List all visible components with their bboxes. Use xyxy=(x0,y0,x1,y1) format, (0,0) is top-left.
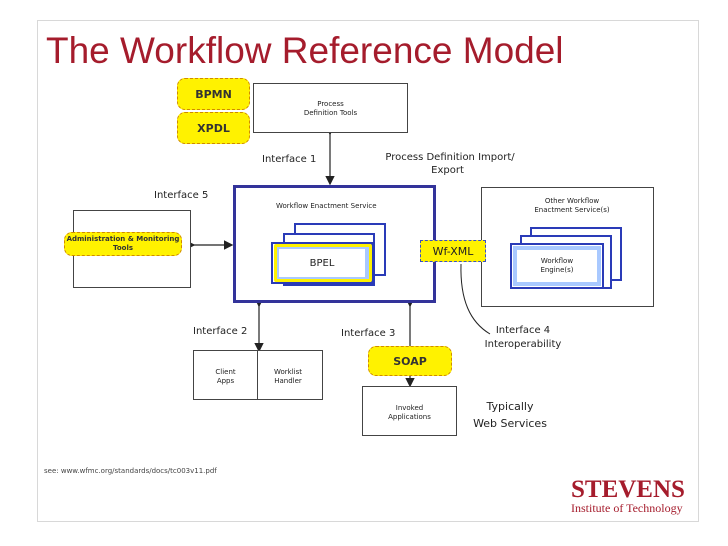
client-apps-label-1: Client xyxy=(215,368,236,376)
xpdl-highlight: XPDL xyxy=(177,112,250,144)
process-definition-tools-label-2: Definition Tools xyxy=(303,109,358,117)
invoked-applications-label-1: Invoked xyxy=(395,404,424,412)
interface2-label: Interface 2 xyxy=(193,326,248,337)
other-enactment-label-2: Enactment Service(s) xyxy=(534,206,610,214)
worklist-handler-label-2: Handler xyxy=(274,377,302,385)
stevens-logo-subtitle: Institute of Technology xyxy=(571,501,683,515)
workflow-engine-label-2: Engine(s) xyxy=(540,266,574,274)
admin-monitoring-label-1: Administration & Monitoring xyxy=(66,235,180,243)
workflow-engine-label-1: Workflow xyxy=(540,257,574,265)
wfxml-highlight: Wf-XML xyxy=(420,240,486,262)
interface1-label: Interface 1 xyxy=(262,154,317,165)
soap-highlight: SOAP xyxy=(368,346,452,376)
process-definition-import-label-2: Export xyxy=(431,165,464,176)
interface4-label-2: Interoperability xyxy=(484,339,562,350)
interface5-label: Interface 5 xyxy=(154,190,209,201)
typically-label-1: Typically xyxy=(486,400,534,413)
process-definition-import-label-1: Process Definition Import/ xyxy=(385,152,515,163)
process-definition-tools-box: Process Definition Tools xyxy=(253,83,408,133)
typically-label-2: Web Services xyxy=(473,417,547,430)
bpmn-highlight: BPMN xyxy=(177,78,250,110)
admin-monitoring-label-2: Tools xyxy=(112,244,134,252)
invoked-applications-box: Invoked Applications xyxy=(362,386,457,436)
other-enactment-label-1: Other Workflow xyxy=(544,197,600,205)
workflow-enactment-service-label: Workflow Enactment Service xyxy=(276,202,377,210)
interface4-label-1: Interface 4 xyxy=(495,325,551,336)
slide: The Workflow Reference Model Process Def… xyxy=(0,0,728,546)
process-definition-tools-label-1: Process xyxy=(317,100,344,108)
stevens-logo: STEVENS xyxy=(571,476,685,503)
client-apps-label-2: Apps xyxy=(216,377,235,385)
engine-card-front: Workflow Engine(s) xyxy=(510,243,604,289)
worklist-handler-label-1: Worklist xyxy=(273,368,302,376)
client-worklist-box: Client Apps Worklist Handler xyxy=(193,350,323,400)
interface3-label: Interface 3 xyxy=(341,328,396,339)
footer-reference: see: www.wfmc.org/standards/docs/tc003v1… xyxy=(44,467,217,475)
invoked-applications-label-2: Applications xyxy=(388,413,431,421)
admin-monitoring-highlight: Administration & Monitoring Tools xyxy=(64,232,182,256)
bpel-highlight xyxy=(274,244,372,282)
